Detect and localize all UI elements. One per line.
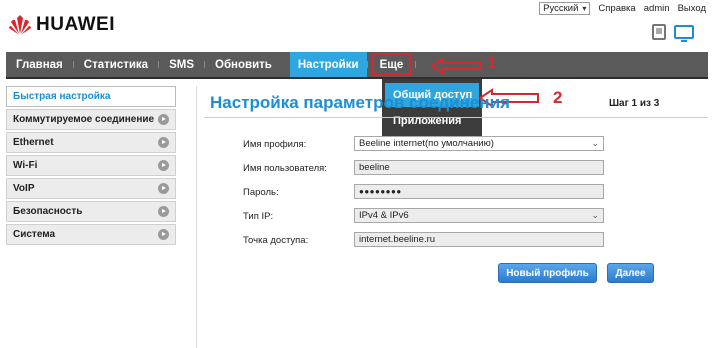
ip-type-label: Тип IP: bbox=[243, 211, 274, 222]
apn-field: internet.beeline.ru bbox=[354, 232, 604, 247]
sidebar-item-label: Быстрая настройка bbox=[13, 91, 111, 102]
profile-name-label: Имя профиля: bbox=[243, 139, 307, 150]
username-field: beeline bbox=[354, 160, 604, 175]
chevron-right-icon bbox=[158, 137, 169, 148]
chevron-right-icon bbox=[158, 114, 169, 125]
annotation-number-1: 1 bbox=[487, 53, 497, 72]
chevron-down-icon: ⌄ bbox=[591, 138, 599, 148]
sidebar-item-ethernet[interactable]: Ethernet bbox=[6, 132, 176, 153]
sidebar-item-wifi[interactable]: Wi-Fi bbox=[6, 155, 176, 176]
apn-value: internet.beeline.ru bbox=[359, 234, 436, 245]
sidebar: Быстрая настройка Коммутируемое соединен… bbox=[6, 86, 176, 247]
sidebar-item-label: Wi-Fi bbox=[13, 160, 38, 171]
sidebar-item-voip[interactable]: VoIP bbox=[6, 178, 176, 199]
help-link[interactable]: Справка bbox=[598, 3, 635, 14]
sim-card-icon bbox=[652, 24, 666, 40]
status-icons bbox=[652, 24, 694, 42]
password-label: Пароль: bbox=[243, 187, 279, 198]
nav-item-more[interactable]: Еще bbox=[371, 53, 412, 76]
top-utility-bar: Русский ▾ Справка admin Выход bbox=[539, 2, 706, 15]
logo-text: HUAWEI bbox=[36, 14, 115, 35]
content-divider bbox=[196, 86, 197, 348]
sidebar-item-label: Коммутируемое соединение bbox=[13, 114, 155, 125]
chevron-right-icon bbox=[158, 229, 169, 240]
profile-name-value: Beeline internet(по умолчанию) bbox=[359, 138, 494, 149]
apn-label: Точка доступа: bbox=[243, 235, 309, 246]
chevron-right-icon bbox=[158, 183, 169, 194]
chevron-down-icon: ⌄ bbox=[591, 210, 599, 220]
title-divider bbox=[204, 117, 708, 118]
sidebar-item-label: Ethernet bbox=[13, 137, 54, 148]
new-profile-button[interactable]: Новый профиль bbox=[498, 263, 597, 283]
ip-type-select: IPv4 & IPv6 ⌄ bbox=[354, 208, 604, 223]
nav-item-settings[interactable]: Настройки bbox=[289, 52, 367, 77]
password-field: ●●●●●●●● bbox=[354, 184, 604, 199]
username-value: beeline bbox=[359, 162, 390, 173]
sidebar-item-system[interactable]: Система bbox=[6, 224, 176, 245]
sidebar-item-label: VoIP bbox=[13, 183, 35, 194]
next-button[interactable]: Далее bbox=[607, 263, 654, 283]
logout-link[interactable]: Выход bbox=[678, 3, 706, 14]
sidebar-item-label: Безопасность bbox=[13, 206, 83, 217]
chevron-right-icon bbox=[158, 160, 169, 171]
nav-item-home[interactable]: Главная bbox=[6, 52, 73, 77]
sidebar-item-dialup[interactable]: Коммутируемое соединение bbox=[6, 109, 176, 130]
ip-type-value: IPv4 & IPv6 bbox=[359, 210, 409, 221]
pc-connection-icon bbox=[674, 25, 694, 42]
sidebar-item-quick-setup[interactable]: Быстрая настройка bbox=[6, 86, 176, 107]
nav-separator bbox=[366, 61, 368, 68]
nav-separator bbox=[415, 61, 417, 68]
sidebar-item-security[interactable]: Безопасность bbox=[6, 201, 176, 222]
profile-name-select[interactable]: Beeline internet(по умолчанию) ⌄ bbox=[354, 136, 604, 151]
step-indicator: Шаг 1 из 3 bbox=[609, 98, 660, 109]
language-value: Русский bbox=[543, 3, 579, 14]
sidebar-item-label: Система bbox=[13, 229, 56, 240]
chevron-down-icon: ▾ bbox=[582, 4, 587, 13]
annotation-number-2: 2 bbox=[553, 88, 563, 107]
username-label: Имя пользователя: bbox=[243, 163, 327, 174]
password-value: ●●●●●●●● bbox=[359, 187, 402, 196]
nav-item-statistics[interactable]: Статистика bbox=[74, 52, 158, 77]
chevron-right-icon bbox=[158, 206, 169, 217]
page-title: Настройка параметров соединения bbox=[210, 93, 510, 112]
huawei-flower-icon bbox=[9, 15, 31, 35]
user-name: admin bbox=[643, 3, 670, 14]
nav-item-update[interactable]: Обновить bbox=[205, 52, 282, 77]
nav-item-sms[interactable]: SMS bbox=[159, 52, 204, 77]
language-select[interactable]: Русский ▾ bbox=[539, 2, 591, 15]
main-nav: Главная Статистика SMS Обновить Настройк… bbox=[6, 52, 708, 79]
huawei-logo: HUAWEI bbox=[8, 14, 115, 36]
